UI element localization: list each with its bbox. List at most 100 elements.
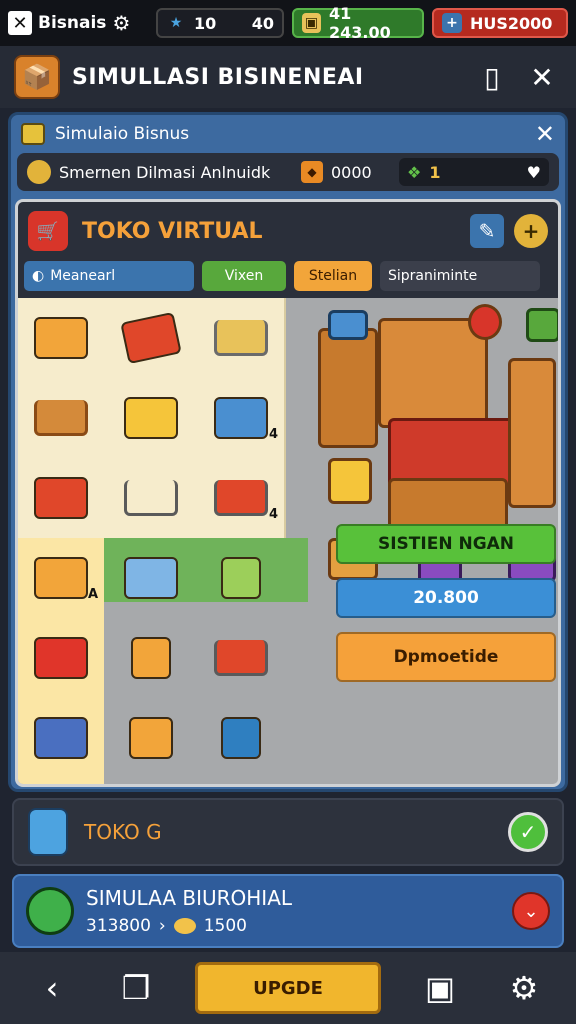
- gear-icon[interactable]: ⚙: [112, 11, 130, 35]
- camera-icon[interactable]: ▣: [415, 963, 465, 1013]
- item-slot[interactable]: [18, 698, 104, 778]
- leaf-icon: ❖: [407, 162, 422, 182]
- panel-icon: [21, 123, 45, 145]
- cash-icon: ▣: [302, 13, 321, 33]
- count-badge: 4: [268, 507, 278, 522]
- tab-label: Stelian: [308, 268, 358, 284]
- box-icon: [34, 317, 88, 359]
- count-badge: A: [87, 587, 98, 602]
- arrow-icon: ›: [158, 916, 166, 936]
- item-grid: 4 4 A: [18, 298, 308, 784]
- box-icon: [129, 717, 173, 759]
- item-slot[interactable]: [108, 698, 194, 778]
- display-shelf: [378, 318, 488, 428]
- gems-value: HUS2000: [470, 13, 553, 33]
- windows-icon[interactable]: ❐: [111, 963, 161, 1013]
- store-area: 🛒 TOKO VIRTUAL ✎ + ◐ Meanearl Vixen Stel…: [15, 199, 561, 787]
- energy-extra: 40: [251, 13, 274, 33]
- item-slot[interactable]: [198, 618, 284, 698]
- page-title: SIMULLASI BISINENEAI: [72, 64, 364, 90]
- store-icon: 🛒: [28, 211, 68, 251]
- shop-box-icon: 📦: [14, 55, 60, 99]
- item-slot[interactable]: [108, 618, 194, 698]
- gear-icon[interactable]: ⚙: [499, 963, 549, 1013]
- item-slot[interactable]: [108, 298, 194, 378]
- level-pill[interactable]: ❖ 1 ♥: [399, 158, 549, 186]
- cooler-icon: [214, 397, 268, 439]
- row-text: SIMULAA BIUROHIAL 313800 › 1500: [86, 886, 512, 936]
- value-display[interactable]: 20.800: [336, 578, 556, 618]
- chevron-down-icon[interactable]: ⌄: [512, 892, 550, 930]
- plus-icon[interactable]: +: [442, 13, 462, 33]
- coin-icon: [26, 887, 74, 935]
- item-slot[interactable]: [198, 298, 284, 378]
- tab-vixen[interactable]: Vixen: [202, 261, 286, 291]
- item-slot[interactable]: [198, 538, 284, 618]
- row-title: TOKO G: [84, 820, 162, 844]
- item-slot[interactable]: [108, 378, 194, 458]
- store-row[interactable]: TOKO G ✓: [12, 798, 564, 866]
- gift-icon: [221, 557, 261, 599]
- panel-header: Simulaio Bisnus ✕: [11, 115, 565, 153]
- x-logo-icon: ✕: [8, 11, 32, 35]
- item-slot[interactable]: [108, 458, 194, 538]
- energy-value: 10: [194, 13, 217, 33]
- back-icon[interactable]: ‹: [27, 963, 77, 1013]
- star-icon: ★: [169, 15, 183, 31]
- tab-stelian[interactable]: Stelian: [294, 261, 372, 291]
- panel-subbar: Smernen Dilmasi Anlnuidk ◆ 0000 ❖ 1 ♥: [17, 153, 559, 191]
- item-slot[interactable]: [18, 458, 104, 538]
- gems-pill[interactable]: + HUS2000: [432, 8, 568, 38]
- edit-icon[interactable]: ✎: [470, 214, 504, 248]
- energy-pill[interactable]: ★ 10 40: [156, 8, 284, 38]
- item-slot[interactable]: [18, 378, 104, 458]
- shield-icon: ◐: [32, 268, 45, 284]
- trolley-icon: [131, 637, 171, 679]
- secondary-action-button[interactable]: Dpmoetide: [336, 632, 556, 682]
- bottom-nav: ‹ ❐ UPGDE ▣ ⚙: [0, 952, 576, 1024]
- primary-action-button[interactable]: SISTIEN NGAN: [336, 524, 556, 564]
- close-icon[interactable]: ✕: [522, 57, 562, 97]
- crate-green: [526, 308, 558, 342]
- produce-icon: [34, 477, 88, 519]
- item-slot[interactable]: [18, 298, 104, 378]
- store-title: TOKO VIRTUAL: [82, 218, 263, 244]
- cash-value: 41 243.00: [328, 4, 391, 42]
- store-tabs: ◐ Meanearl Vixen Stelian Sipraniminte: [18, 260, 558, 298]
- tab-meanearl[interactable]: ◐ Meanearl: [24, 261, 194, 291]
- tab-label: Sipraniminte: [388, 268, 478, 284]
- item-slot[interactable]: A: [18, 538, 104, 618]
- cart-full-icon: [214, 640, 268, 676]
- main-panel: Simulaio Bisnus ✕ Smernen Dilmasi Anlnui…: [8, 112, 568, 792]
- item-slot[interactable]: 4: [198, 458, 284, 538]
- subbar-value: 0000: [331, 162, 372, 182]
- count-badge: 4: [268, 427, 278, 442]
- crate-icon: [124, 397, 178, 439]
- tab-sipraniminte[interactable]: Sipraniminte: [380, 261, 540, 291]
- panel-title: Simulaio Bisnus: [55, 124, 190, 144]
- row-values: 313800 › 1500: [86, 916, 512, 936]
- box-blue: [328, 310, 368, 340]
- cash-pill[interactable]: ▣ 41 243.00: [292, 4, 424, 42]
- item-slot[interactable]: [18, 618, 104, 698]
- cart-icon: [214, 320, 268, 356]
- coin-icon: [173, 918, 196, 934]
- status-bar: ✕ Bisnais ⚙ ★ 10 40 ▣ 41 243.00 + HUS200…: [0, 0, 576, 46]
- row-title: SIMULAA BIUROHIAL: [86, 886, 293, 910]
- item-slot[interactable]: [108, 538, 194, 618]
- book-icon[interactable]: ▯: [472, 57, 512, 97]
- item-slot[interactable]: [198, 698, 284, 778]
- panel-close-icon[interactable]: ✕: [535, 120, 555, 148]
- add-button[interactable]: +: [514, 214, 548, 248]
- left-value: 313800: [86, 916, 151, 936]
- storage-icon: [34, 717, 88, 759]
- coins-icon: [27, 160, 51, 184]
- tab-label: Meanearl: [50, 268, 116, 284]
- check-icon[interactable]: ✓: [508, 812, 548, 852]
- item-slot[interactable]: 4: [198, 378, 284, 458]
- upgrade-button[interactable]: UPGDE: [195, 962, 381, 1014]
- robot-icon: [28, 808, 68, 856]
- simulation-row[interactable]: SIMULAA BIUROHIAL 313800 › 1500 ⌄: [12, 874, 564, 948]
- right-value: 1500: [203, 916, 247, 936]
- page-header: 📦 SIMULLASI BISINENEAI ▯ ✕: [0, 46, 576, 108]
